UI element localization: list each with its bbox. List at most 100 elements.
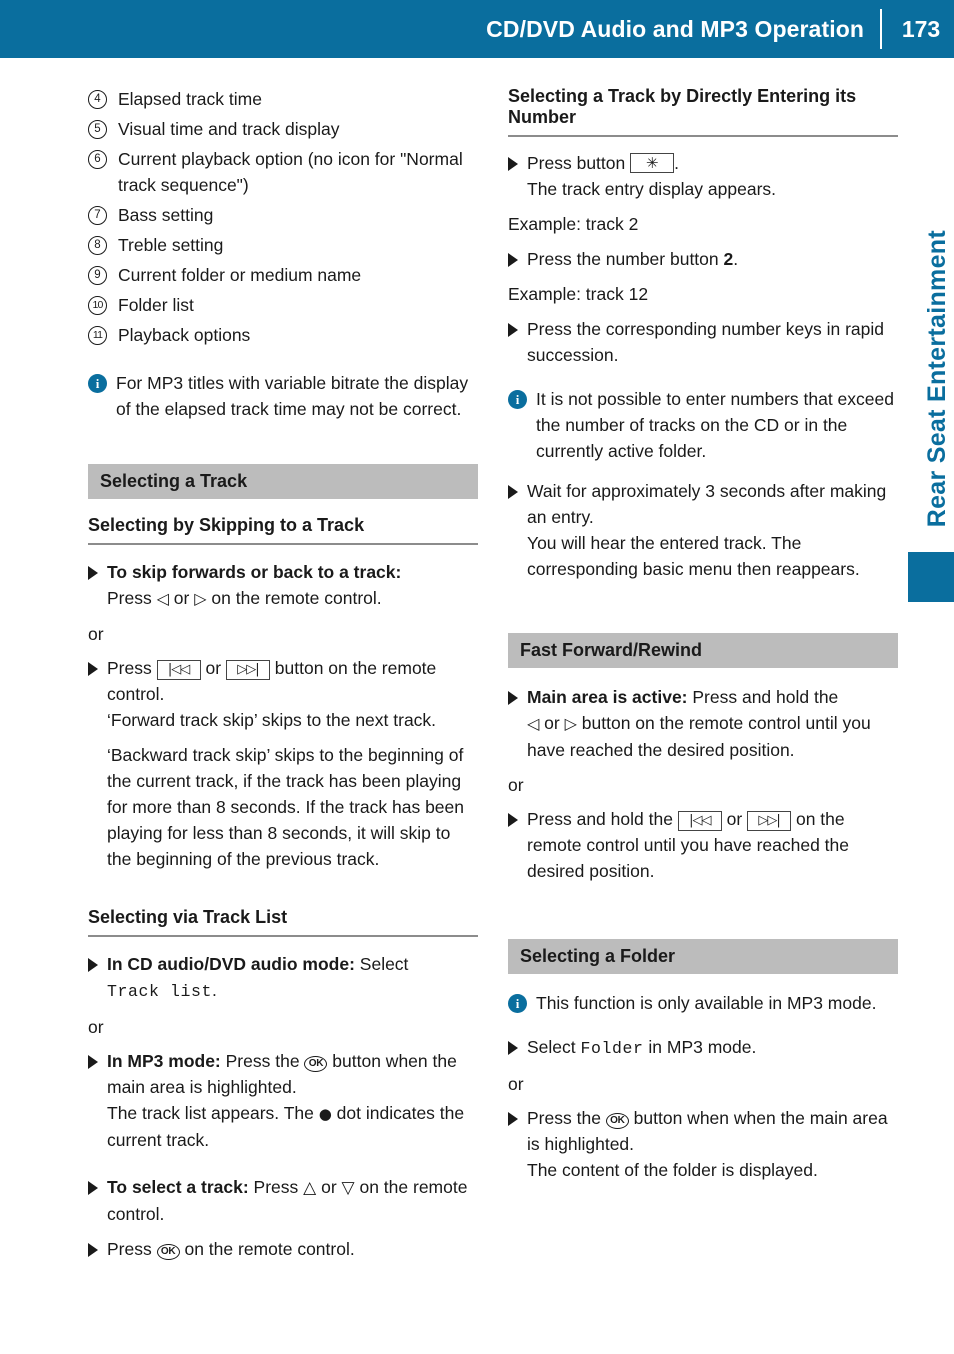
step-post: .: [674, 153, 679, 173]
right-arrow-icon: ▷: [194, 589, 207, 608]
step-pre: Press: [107, 1239, 157, 1259]
right-arrow-icon: ▷: [564, 714, 577, 733]
page-header: CD/DVD Audio and MP3 Operation 173: [0, 0, 954, 58]
step-period: .: [212, 980, 217, 1000]
triangle-bullet-icon: [508, 1112, 518, 1126]
number-button-label: 2: [723, 249, 734, 269]
triangle-bullet-icon: [508, 253, 518, 267]
info-note-text: For MP3 titles with variable bitrate the…: [116, 373, 469, 419]
list-item: 5 Visual time and track display: [88, 116, 478, 142]
or-separator: or: [508, 1074, 524, 1094]
triangle-bullet-icon: [508, 813, 518, 827]
step-item-continuation: ‘Backward track skip’ skips to the begin…: [88, 742, 478, 872]
step-item: Press |◁◁ or ▷▷| button on the remote co…: [88, 655, 478, 733]
step-pre: Press: [248, 1177, 304, 1197]
step-post: on the remote control.: [179, 1239, 355, 1259]
step-pre: Press and hold the: [687, 687, 839, 707]
dot-indicator-icon: ●: [318, 1105, 332, 1123]
or-separator: or: [88, 1017, 104, 1037]
step-text: To skip forwards or back to a track: Pre…: [107, 559, 478, 612]
triangle-bullet-icon: [508, 323, 518, 337]
step-item: Press the corresponding number keys in r…: [508, 316, 898, 368]
step-extra-pre: The track list appears. The: [107, 1103, 319, 1123]
triangle-bullet-icon: [88, 958, 98, 972]
ok-button-icon: OK: [605, 1113, 629, 1129]
step-text: Select Folder in MP3 mode.: [527, 1034, 898, 1062]
step-post: in MP3 mode.: [643, 1037, 757, 1057]
list-item: 11 Playback options: [88, 322, 478, 348]
section-header-fast-forward-rewind: Fast Forward/Rewind: [508, 633, 898, 668]
triangle-bullet-icon: [508, 485, 518, 499]
list-item: 4 Elapsed track time: [88, 86, 478, 112]
step-pre: Press the: [527, 1108, 606, 1128]
or-separator: or: [508, 775, 524, 795]
step-item: To skip forwards or back to a track: Pre…: [88, 559, 478, 612]
step-line-mid: or: [168, 588, 195, 608]
circled-number-icon: 8: [88, 236, 107, 255]
step-pre: Press the number button: [527, 249, 724, 269]
list-item: 9 Current folder or medium name: [88, 262, 478, 288]
legend-item-text: Current playback option (no icon for "No…: [118, 149, 463, 195]
or-separator: or: [88, 624, 104, 644]
up-triangle-icon: △: [303, 1178, 317, 1198]
ok-button-icon: OK: [304, 1056, 328, 1072]
step-text: Press |◁◁ or ▷▷| button on the remote co…: [107, 655, 478, 733]
triangle-bullet-icon: [88, 1243, 98, 1257]
menu-item-folder: Folder: [580, 1039, 644, 1058]
step-pre: Press button: [527, 153, 631, 173]
right-column: Selecting a Track by Directly Entering i…: [508, 86, 898, 1192]
menu-item-track-list: Track list: [107, 982, 213, 1001]
legend-item-text: Treble setting: [118, 235, 224, 255]
step-pre: Press the: [220, 1051, 305, 1071]
legend-item-text: Bass setting: [118, 205, 214, 225]
step-text: Press button ✳. The track entry display …: [527, 150, 898, 202]
page-title: CD/DVD Audio and MP3 Operation: [486, 15, 864, 42]
step-line-post: on the remote control.: [206, 588, 382, 608]
info-note-text: It is not possible to enter numbers that…: [536, 389, 894, 461]
step-text: In CD audio/DVD audio mode: Select Track…: [107, 951, 478, 1005]
step-mid: or: [316, 1177, 342, 1197]
step-extra: You will hear the entered track. The cor…: [527, 533, 860, 579]
section-header-selecting-a-track: Selecting a Track: [88, 464, 478, 499]
step-mid: or: [200, 658, 226, 678]
section-header-selecting-a-folder: Selecting a Folder: [508, 939, 898, 974]
list-item: 6 Current playback option (no icon for "…: [88, 146, 478, 198]
triangle-bullet-icon: [88, 1055, 98, 1069]
ok-button-icon: OK: [156, 1244, 180, 1260]
step-extra: The track entry display appears.: [527, 179, 777, 199]
step-label: In MP3 mode:: [107, 1051, 221, 1071]
legend-item-text: Elapsed track time: [118, 89, 262, 109]
step-item: Press the number button 2.: [508, 246, 898, 272]
legend-list: 4 Elapsed track time 5 Visual time and t…: [88, 86, 478, 348]
left-column: 4 Elapsed track time 5 Visual time and t…: [88, 86, 478, 1271]
triangle-bullet-icon: [88, 662, 98, 676]
triangle-bullet-icon: [508, 691, 518, 705]
side-tab-label: Rear Seat Entertainment: [923, 230, 951, 528]
step-extra-2: ‘Backward track skip’ skips to the begin…: [107, 745, 465, 869]
star-button-icon: ✳: [630, 153, 675, 173]
info-note: i It is not possible to enter numbers th…: [508, 386, 898, 464]
step-item: Press the OK button when when the main a…: [508, 1105, 898, 1183]
step-post: button on the remote control until you h…: [527, 713, 871, 760]
list-item: 7 Bass setting: [88, 202, 478, 228]
step-item: In CD audio/DVD audio mode: Select Track…: [88, 951, 478, 1005]
circled-number-icon: 7: [88, 206, 107, 225]
circled-number-icon: 11: [88, 326, 107, 345]
step-text: Press the number button 2.: [527, 246, 898, 272]
skip-forward-button-icon: ▷▷|: [225, 660, 270, 680]
step-mid: or: [539, 713, 565, 733]
step-line-pre: Press: [107, 588, 157, 608]
step-item: Press and hold the |◁◁ or ▷▷| on the rem…: [508, 806, 898, 884]
example-label-1: Example: track 2: [508, 214, 639, 234]
down-triangle-icon: ▽: [341, 1178, 355, 1198]
subheading-selecting-by-skipping: Selecting by Skipping to a Track: [88, 515, 478, 545]
step-label: To select a track:: [107, 1177, 249, 1197]
circled-number-icon: 5: [88, 120, 107, 139]
step-text: In MP3 mode: Press the OK button when th…: [107, 1048, 478, 1153]
step-text: Press the corresponding number keys in r…: [527, 319, 884, 365]
list-item: 8 Treble setting: [88, 232, 478, 258]
info-icon: i: [88, 374, 107, 393]
step-extra: The content of the folder is displayed.: [527, 1160, 818, 1180]
step-pre: Press: [107, 658, 157, 678]
circled-number-icon: 9: [88, 266, 107, 285]
